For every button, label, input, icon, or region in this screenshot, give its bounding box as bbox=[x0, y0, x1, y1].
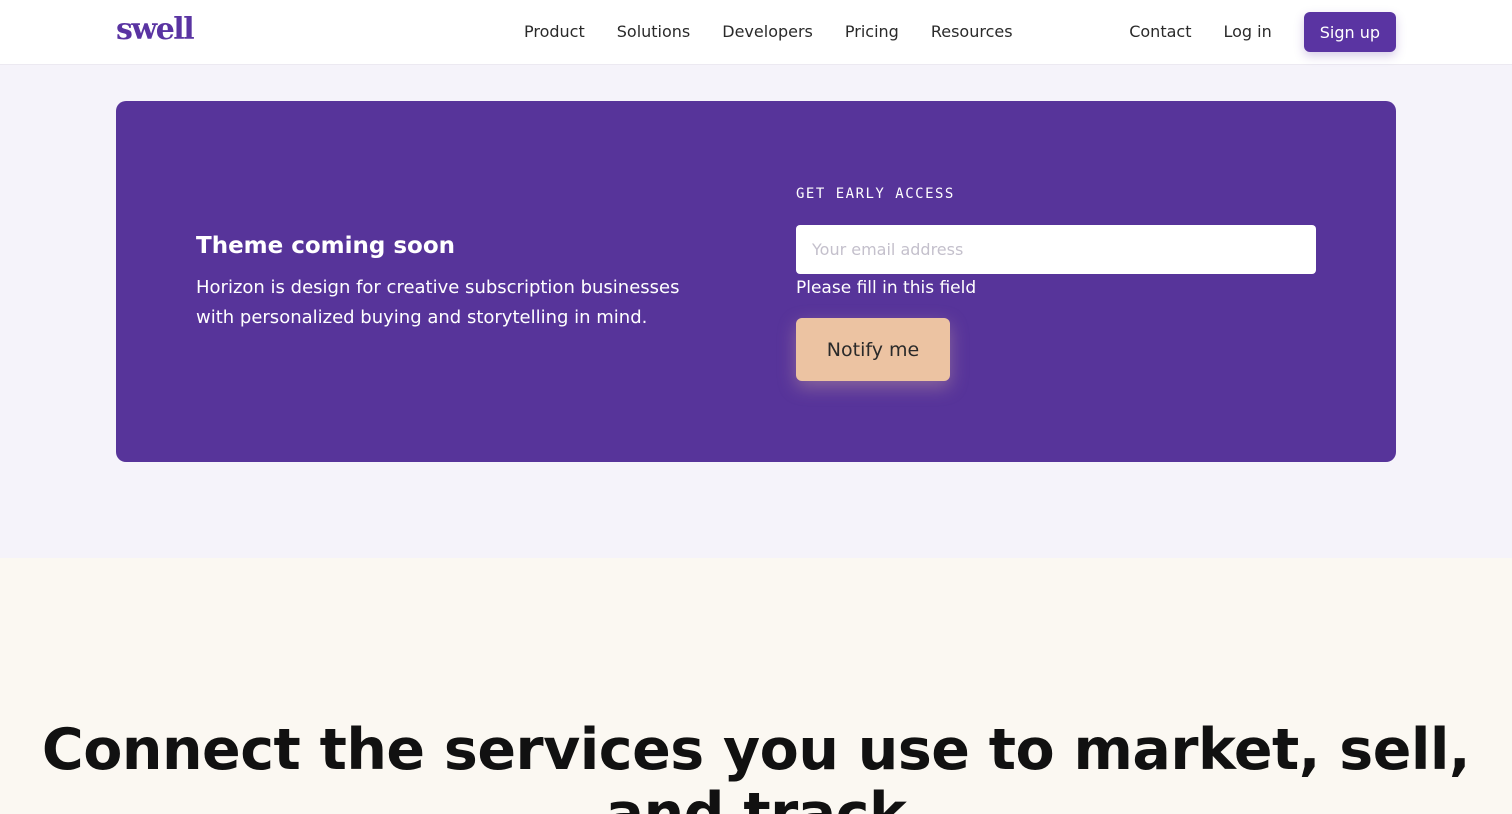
login-link[interactable]: Log in bbox=[1223, 22, 1271, 42]
account-nav: Contact Log in Sign up bbox=[1129, 0, 1396, 64]
swell-logo[interactable]: swell bbox=[116, 12, 195, 48]
connect-services-section: Connect the services you use to market, … bbox=[0, 558, 1512, 814]
promo-title: Theme coming soon bbox=[196, 233, 456, 259]
contact-link[interactable]: Contact bbox=[1129, 22, 1191, 42]
promo-description: Horizon is design for creative subscript… bbox=[196, 277, 680, 328]
nav-solutions[interactable]: Solutions bbox=[617, 22, 691, 42]
nav-product[interactable]: Product bbox=[524, 22, 585, 42]
field-validation-message: Please fill in this field bbox=[796, 278, 977, 298]
nav-resources[interactable]: Resources bbox=[931, 22, 1013, 42]
nav-pricing[interactable]: Pricing bbox=[845, 22, 899, 42]
notify-me-button[interactable]: Notify me bbox=[796, 318, 950, 381]
signup-button[interactable]: Sign up bbox=[1303, 12, 1396, 52]
theme-promo-card: Theme coming soon Horizon is design for … bbox=[116, 101, 1396, 462]
early-access-label: GET EARLY ACCESS bbox=[796, 186, 955, 202]
site-header: swell Product Solutions Developers Prici… bbox=[0, 0, 1512, 64]
primary-nav: Product Solutions Developers Pricing Res… bbox=[524, 0, 1013, 64]
email-input[interactable] bbox=[796, 225, 1316, 274]
nav-developers[interactable]: Developers bbox=[722, 22, 813, 42]
connect-heading: Connect the services you use to market, … bbox=[41, 717, 1471, 814]
